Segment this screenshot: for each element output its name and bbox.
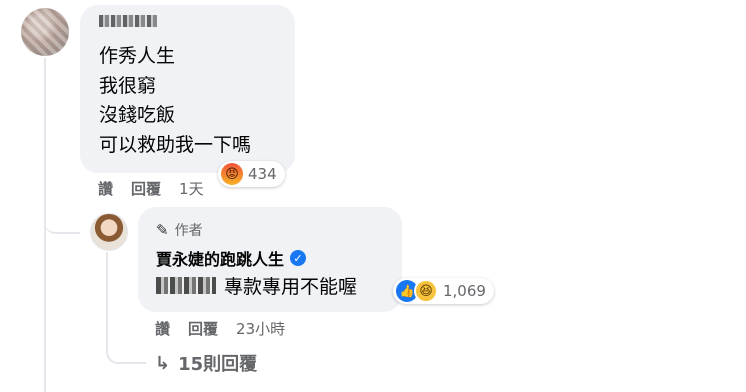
reply-button[interactable]: 回覆 — [131, 178, 161, 199]
more-replies-label[interactable]: 15則回覆 — [178, 350, 257, 376]
view-more-replies-button[interactable]: ↳ 15則回覆 — [155, 350, 257, 376]
reaction-count: 434 — [248, 165, 277, 183]
comment-line: 可以救助我一下嗎 — [99, 134, 252, 156]
comment-reactions[interactable]: 😡 434 — [218, 161, 285, 187]
verified-badge-icon: ✓ — [290, 250, 307, 266]
reply-arrow-icon: ↳ — [155, 352, 171, 374]
author-name[interactable]: 賈永婕的跑跳人生 ✓ — [156, 246, 307, 270]
author-badge-label: 作者 — [174, 223, 203, 239]
reply-text: 專款專用不能喔 — [224, 276, 358, 298]
pen-icon: ✎ — [156, 221, 169, 239]
timestamp[interactable]: 23小時 — [236, 318, 285, 339]
author-badge: ✎ 作者 — [156, 220, 203, 240]
comment-actions: 讚 回覆 1天 — [98, 178, 222, 199]
reply-reactions[interactable]: 👍 😆 1,069 — [393, 278, 494, 304]
mention-blurred[interactable] — [156, 277, 216, 294]
reaction-count: 1,069 — [443, 282, 486, 300]
thread-connector — [44, 200, 80, 234]
reply-thread-line — [106, 252, 108, 348]
like-button[interactable]: 讚 — [98, 178, 113, 199]
haha-emoji-icon: 😆 — [414, 279, 438, 303]
author-avatar[interactable] — [90, 213, 128, 251]
timestamp[interactable]: 1天 — [179, 178, 204, 199]
reply-content: 專款專用不能喔 — [156, 272, 357, 299]
like-button[interactable]: 讚 — [155, 318, 170, 339]
reply-thread-connector — [106, 340, 146, 364]
commenter-name-blurred[interactable] — [99, 15, 157, 27]
comment-line: 作秀人生 — [99, 45, 176, 67]
comment-line: 沒錢吃飯 — [99, 104, 176, 126]
author-name-text[interactable]: 賈永婕的跑跳人生 — [156, 246, 284, 270]
reply-actions: 讚 回覆 23小時 — [155, 318, 303, 339]
comment-line: 我很窮 — [99, 75, 157, 97]
commenter-avatar[interactable] — [21, 8, 69, 56]
angry-emoji-icon: 😡 — [221, 163, 243, 185]
reply-button[interactable]: 回覆 — [188, 318, 218, 339]
